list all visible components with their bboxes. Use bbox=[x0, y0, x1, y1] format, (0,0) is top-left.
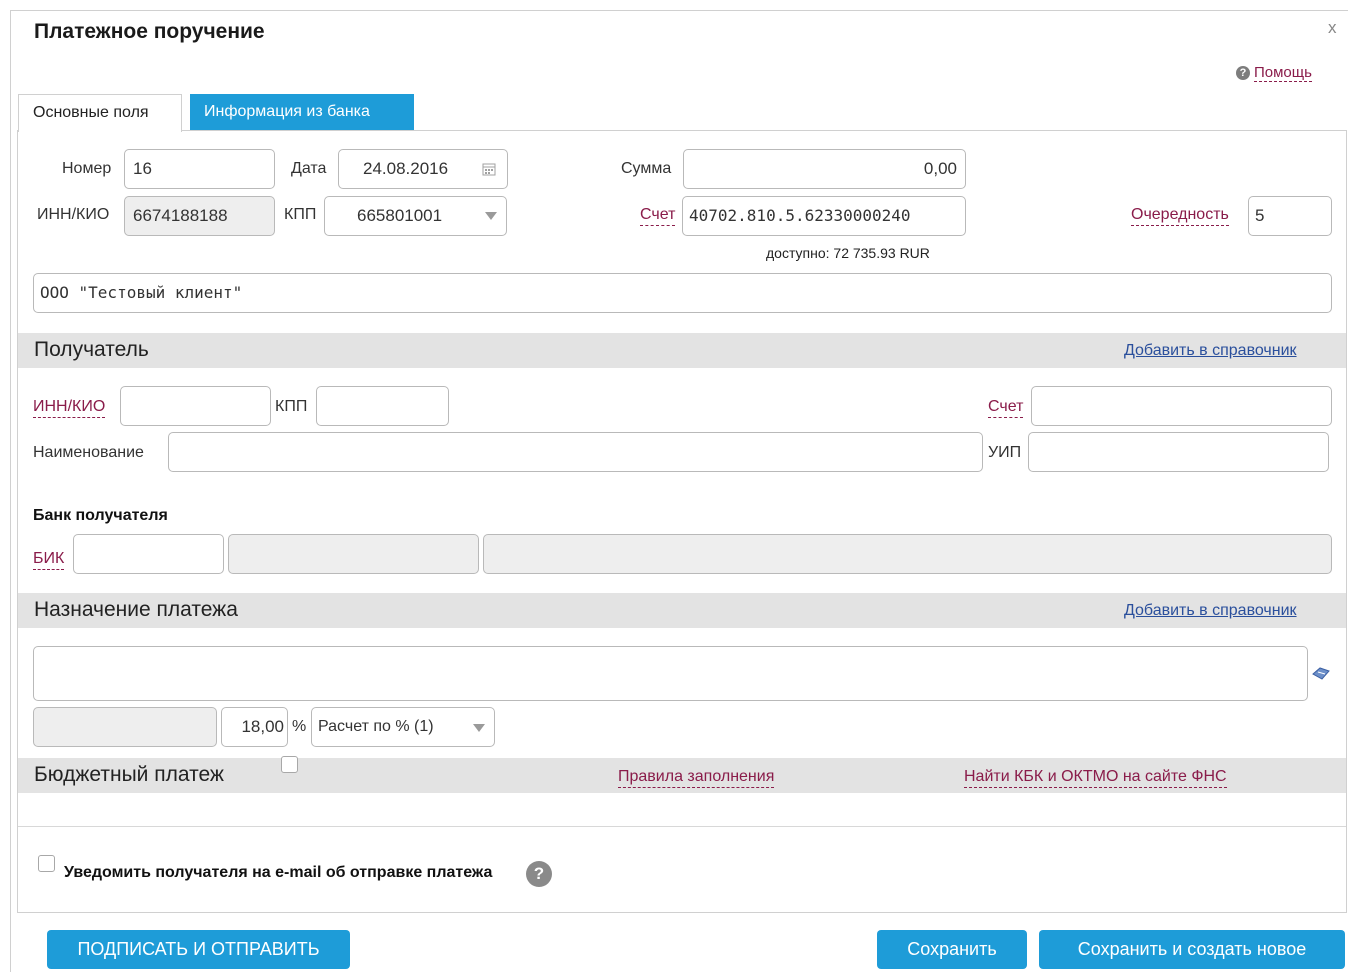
recipient-bank-title: Банк получателя bbox=[33, 507, 168, 524]
calendar-icon[interactable] bbox=[482, 162, 496, 176]
find-kbk-link[interactable]: Найти КБК и ОКТМО на сайте ФНС bbox=[964, 767, 1227, 788]
help-link-label: Помощь bbox=[1254, 64, 1312, 82]
close-icon[interactable]: x bbox=[1328, 18, 1337, 38]
recipient-title: Получатель bbox=[34, 338, 149, 361]
save-button[interactable]: Сохранить bbox=[877, 930, 1027, 969]
number-input[interactable]: 16 bbox=[124, 149, 275, 189]
tab-bank-info[interactable]: Информация из банка bbox=[190, 94, 414, 130]
recipient-account-input[interactable] bbox=[1031, 386, 1332, 426]
uip-label: УИП bbox=[988, 444, 1022, 461]
date-value: 24.08.2016 bbox=[363, 159, 449, 178]
vat-amount bbox=[33, 707, 217, 747]
sign-and-send-button[interactable]: ПОДПИСАТЬ И ОТПРАВИТЬ bbox=[47, 930, 350, 969]
keyboard-icon[interactable] bbox=[1311, 667, 1331, 681]
payer-name-input[interactable]: ООО "Тестовый клиент" bbox=[33, 273, 1332, 313]
question-icon: ? bbox=[1236, 66, 1250, 80]
divider bbox=[18, 826, 1346, 827]
budget-title: Бюджетный платеж bbox=[34, 763, 224, 786]
bank-corr-account bbox=[228, 534, 479, 574]
recipient-kpp-label: КПП bbox=[275, 398, 308, 415]
vat-calc-select[interactable]: Расчет по % (1) bbox=[311, 707, 495, 747]
available-balance: доступно: 72 735.93 RUR bbox=[766, 245, 930, 261]
dialog-title: Платежное поручение bbox=[34, 20, 265, 43]
sum-input[interactable]: 0,00 bbox=[683, 149, 966, 189]
payer-account-input[interactable]: 40702.810.5.62330000240 bbox=[682, 196, 966, 236]
purpose-add-link[interactable]: Добавить в справочник bbox=[1124, 602, 1297, 620]
date-label: Дата bbox=[291, 160, 327, 177]
sum-label: Сумма bbox=[621, 160, 672, 177]
chevron-down-icon bbox=[485, 212, 497, 220]
budget-checkbox[interactable] bbox=[281, 756, 298, 773]
notify-checkbox[interactable] bbox=[38, 855, 55, 872]
payer-inn-label: ИНН/КИО bbox=[37, 206, 110, 223]
bank-name bbox=[483, 534, 1332, 574]
tab-main-fields[interactable]: Основные поля bbox=[18, 94, 182, 132]
vat-rate-input[interactable]: 18,00 bbox=[221, 707, 288, 747]
recipient-account-label[interactable]: Счет bbox=[988, 397, 1024, 418]
recipient-name-input[interactable] bbox=[168, 432, 983, 472]
priority-label[interactable]: Очередность bbox=[1131, 205, 1229, 226]
recipient-inn-input[interactable] bbox=[120, 386, 271, 426]
chevron-down-icon bbox=[473, 724, 485, 732]
payer-kpp-label: КПП bbox=[284, 206, 317, 223]
number-label: Номер bbox=[62, 160, 112, 177]
fill-rules-link[interactable]: Правила заполнения bbox=[618, 767, 775, 788]
uip-input[interactable] bbox=[1028, 432, 1329, 472]
payer-inn-input: 6674188188 bbox=[124, 196, 275, 236]
payer-account-label[interactable]: Счет bbox=[640, 205, 676, 226]
recipient-add-link[interactable]: Добавить в справочник bbox=[1124, 342, 1297, 360]
purpose-textarea[interactable] bbox=[33, 646, 1308, 701]
purpose-title: Назначение платежа bbox=[34, 598, 238, 621]
bik-label[interactable]: БИК bbox=[33, 549, 65, 570]
bik-input[interactable] bbox=[73, 534, 224, 574]
help-link[interactable]: ? Помощь bbox=[1236, 64, 1312, 82]
save-and-new-button[interactable]: Сохранить и создать новое bbox=[1039, 930, 1345, 969]
priority-input[interactable]: 5 bbox=[1248, 196, 1332, 236]
notify-label: Уведомить получателя на e-mail об отправ… bbox=[64, 864, 493, 881]
recipient-kpp-input[interactable] bbox=[316, 386, 449, 426]
form-panel bbox=[17, 130, 1347, 913]
percent-label: % bbox=[292, 718, 307, 735]
recipient-name-label: Наименование bbox=[33, 444, 144, 461]
payer-kpp-select[interactable]: 665801001 bbox=[324, 196, 507, 236]
recipient-inn-label[interactable]: ИНН/КИО bbox=[33, 397, 106, 418]
notify-help-icon[interactable]: ? bbox=[526, 861, 552, 887]
